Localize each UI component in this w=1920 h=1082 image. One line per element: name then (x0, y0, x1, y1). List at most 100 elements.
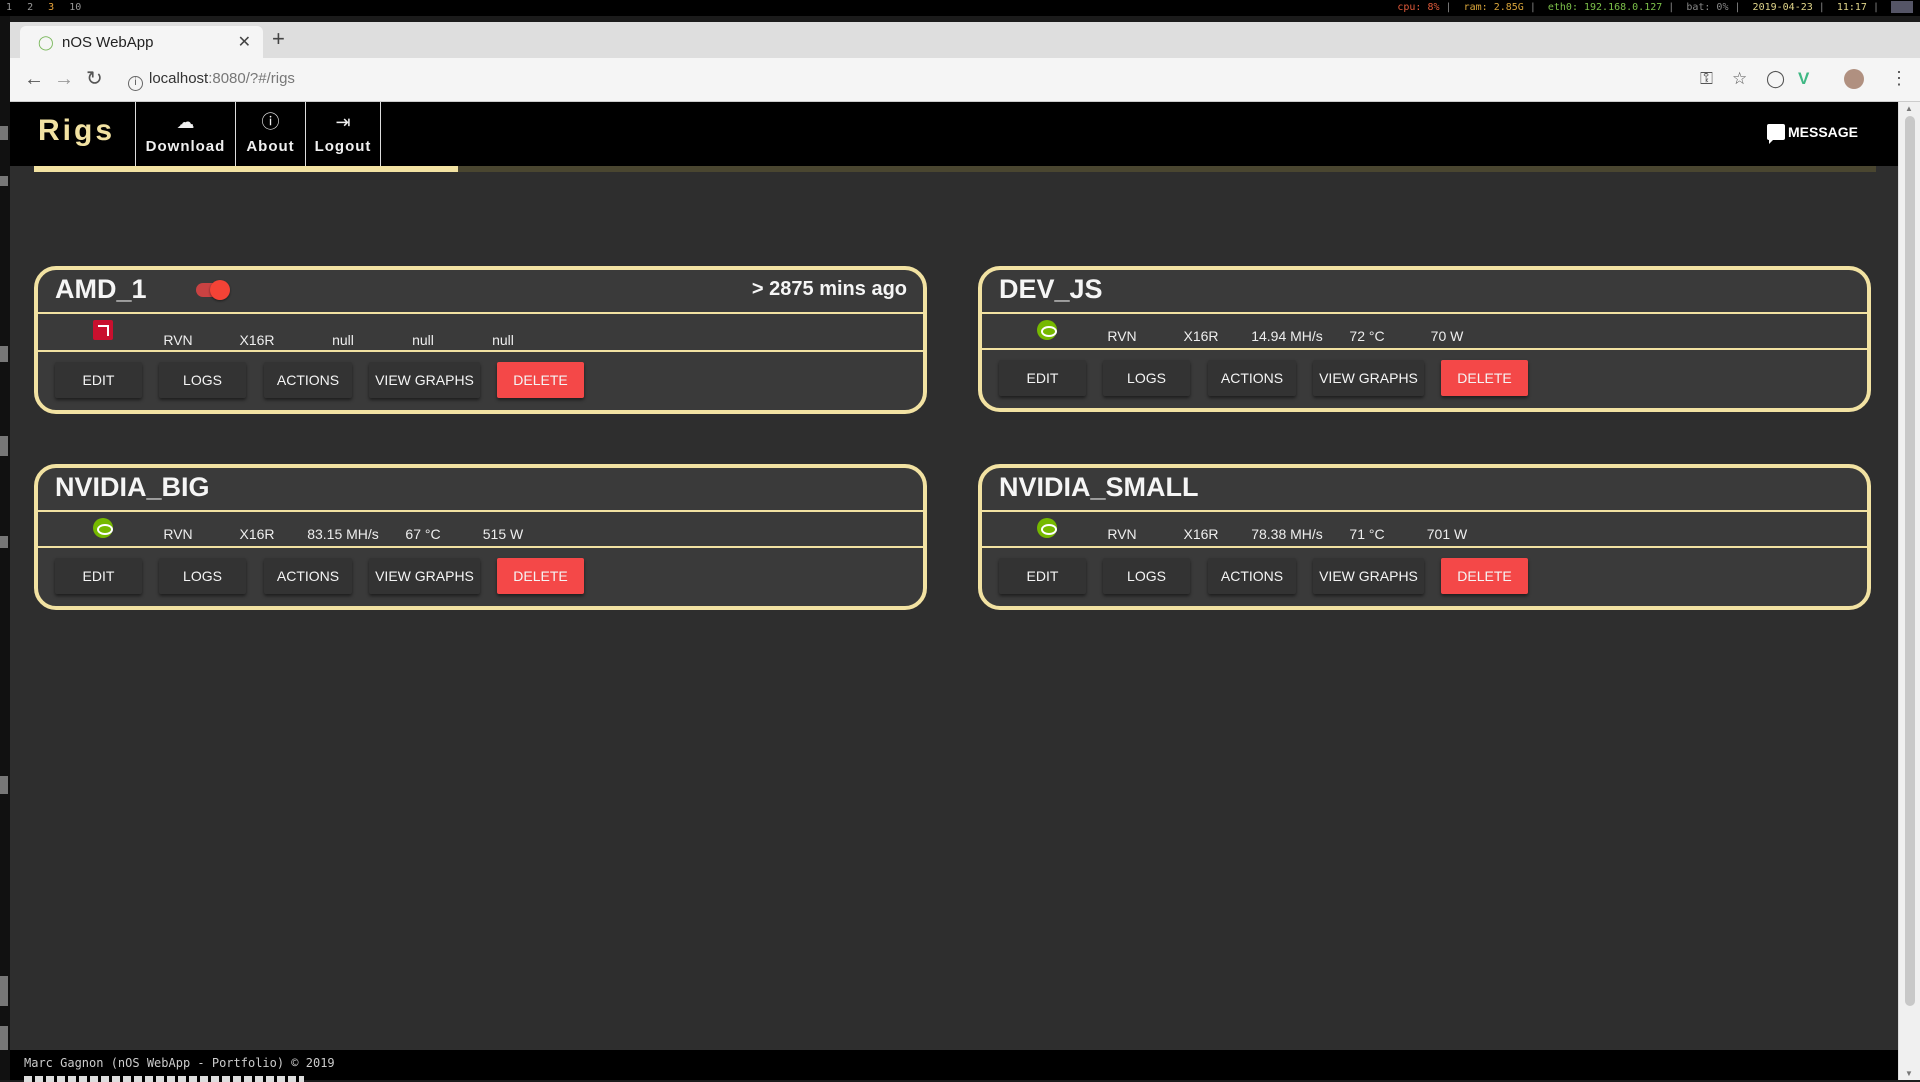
rig-card: DEV_JS RVN X16R 14.94 MH/s 72 °C 70 W ED… (978, 266, 1871, 412)
toggle-knob (210, 280, 230, 300)
desktop-edge (0, 16, 10, 1080)
algorithm: X16R (1183, 328, 1219, 344)
star-icon[interactable]: ☆ (1732, 69, 1747, 89)
workspace-list: 1 2 3 10 (6, 0, 90, 16)
scroll-down-icon[interactable]: ▼ (1905, 1069, 1913, 1078)
rig-card-header: NVIDIA_BIG (38, 468, 923, 512)
app-toolbar: Rigs ☁ Download ⓘ About ⇥ Logout MESSAGE (10, 102, 1898, 166)
coin: RVN (1107, 328, 1137, 344)
actions-button[interactable]: ACTIONS (1208, 360, 1296, 396)
temperature: 71 °C (1349, 526, 1385, 542)
message-button[interactable]: MESSAGE (1766, 124, 1858, 144)
view-graphs-button[interactable]: VIEW GRAPHS (1313, 558, 1424, 594)
workspace-2[interactable]: 2 (27, 2, 33, 13)
page-content: Rigs ☁ Download ⓘ About ⇥ Logout MESSAGE (10, 102, 1898, 1082)
temperature: null (412, 332, 434, 348)
view-graphs-button[interactable]: VIEW GRAPHS (1313, 360, 1424, 396)
taskbar-strip (24, 1076, 304, 1082)
actions-button[interactable]: ACTIONS (264, 362, 352, 398)
rig-card-header: NVIDIA_SMALL (982, 468, 1867, 512)
algorithm: X16R (239, 526, 275, 542)
new-tab-button[interactable]: + (272, 28, 285, 50)
coin: RVN (163, 332, 193, 348)
system-stats: cpu: 8% | ram: 2.85G | eth0: 192.168.0.127… (1394, 0, 1916, 16)
url-path: :8080/?#/rigs (208, 70, 295, 87)
rig-enabled-toggle[interactable] (196, 280, 230, 300)
nvidia-icon (1037, 320, 1057, 340)
logs-button[interactable]: LOGS (159, 362, 246, 398)
view-graphs-button[interactable]: VIEW GRAPHS (369, 558, 480, 594)
hashrate: 14.94 MH/s (1251, 328, 1323, 344)
loading-progress-bar (34, 166, 1876, 172)
progress-fill (34, 166, 458, 172)
url-host: localhost (149, 70, 209, 87)
rig-card: NVIDIA_SMALL RVN X16R 78.38 MH/s 71 °C 7… (978, 464, 1871, 610)
download-button[interactable]: ☁ Download (135, 102, 235, 166)
close-icon[interactable]: ✕ (238, 32, 251, 52)
rig-actions: EDIT LOGS ACTIONS VIEW GRAPHS DELETE (38, 352, 923, 410)
cloud-download-icon: ☁ (176, 112, 195, 132)
workspace-1[interactable]: 1 (6, 2, 12, 13)
delete-button[interactable]: DELETE (497, 558, 584, 594)
system-time: 11:17 (1836, 2, 1867, 13)
workspace-3[interactable]: 3 (48, 2, 54, 13)
hashrate: 83.15 MH/s (307, 526, 379, 542)
extension-icon[interactable]: ◯ (1766, 69, 1785, 89)
info-icon[interactable]: i (128, 76, 143, 91)
about-button[interactable]: ⓘ About (235, 102, 305, 166)
rig-card-header: DEV_JS (982, 270, 1867, 314)
reload-icon[interactable]: ↻ (86, 67, 103, 91)
nvidia-icon (1037, 518, 1057, 538)
tab-title: nOS WebApp (62, 34, 154, 51)
hashrate: 78.38 MH/s (1251, 526, 1323, 542)
back-arrow-icon[interactable]: ← (24, 67, 44, 91)
avatar[interactable] (1844, 69, 1864, 89)
rig-actions: EDIT LOGS ACTIONS VIEW GRAPHS DELETE (982, 350, 1867, 408)
rig-card: AMD_1 > 2875 mins ago RVN X16R null null… (34, 266, 927, 414)
delete-button[interactable]: DELETE (1441, 360, 1528, 396)
tray-icons[interactable] (1891, 1, 1913, 13)
system-status-bar: 1 2 3 10 cpu: 8% | ram: 2.85G | eth0: 192.… (0, 0, 1920, 16)
tab-bar: ◯ nOS WebApp ✕ + (10, 22, 1920, 58)
edit-button[interactable]: EDIT (55, 362, 142, 398)
view-graphs-button[interactable]: VIEW GRAPHS (369, 362, 480, 398)
edit-button[interactable]: EDIT (55, 558, 142, 594)
scrollbar-thumb[interactable] (1905, 116, 1915, 1006)
key-icon[interactable]: ⚿ (1700, 69, 1713, 89)
message-icon (1766, 124, 1785, 144)
system-date: 2019-04-23 (1752, 2, 1813, 13)
edit-button[interactable]: EDIT (999, 360, 1086, 396)
rig-name: NVIDIA_SMALL (999, 472, 1199, 502)
url-input[interactable]: i localhost:8080/?#/rigs (128, 70, 295, 91)
logs-button[interactable]: LOGS (159, 558, 246, 594)
page-title: Rigs (38, 114, 116, 147)
logs-button[interactable]: LOGS (1103, 558, 1190, 594)
more-menu-icon[interactable]: ⋮ (1890, 68, 1908, 89)
rig-stats: RVN X16R 78.38 MH/s 71 °C 701 W (982, 512, 1867, 548)
scroll-up-icon[interactable]: ▲ (1905, 104, 1913, 113)
workspace-10[interactable]: 10 (69, 2, 81, 13)
coin: RVN (163, 526, 193, 542)
forward-arrow-icon[interactable]: → (54, 67, 74, 91)
delete-button[interactable]: DELETE (1441, 558, 1528, 594)
battery-status: bat: 0% (1686, 2, 1729, 13)
amd-icon (93, 320, 113, 340)
browser-tab[interactable]: ◯ nOS WebApp ✕ (20, 26, 263, 58)
download-label: Download (145, 138, 226, 155)
page-scrollbar[interactable]: ▲ ▼ (1898, 102, 1920, 1080)
actions-button[interactable]: ACTIONS (1208, 558, 1296, 594)
rig-stats: RVN X16R 83.15 MH/s 67 °C 515 W (38, 512, 923, 548)
message-label: MESSAGE (1787, 124, 1858, 140)
logs-button[interactable]: LOGS (1103, 360, 1190, 396)
logout-button[interactable]: ⇥ Logout (305, 102, 381, 166)
network-status: eth0: 192.168.0.127 (1547, 2, 1663, 13)
vue-devtools-icon[interactable]: V (1798, 69, 1809, 89)
power: 515 W (482, 526, 524, 542)
page-footer: Marc Gagnon (nOS WebApp - Portfolio) © 2… (10, 1050, 1898, 1082)
rig-name: AMD_1 (55, 274, 147, 304)
rig-stats: RVN X16R null null null (38, 314, 923, 352)
delete-button[interactable]: DELETE (497, 362, 584, 398)
edit-button[interactable]: EDIT (999, 558, 1086, 594)
actions-button[interactable]: ACTIONS (264, 558, 352, 594)
rig-card-header: AMD_1 > 2875 mins ago (38, 270, 923, 314)
